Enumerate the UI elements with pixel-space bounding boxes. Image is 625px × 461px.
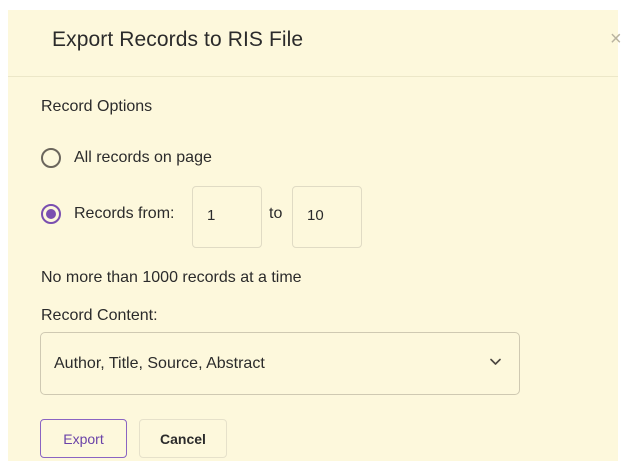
records-limit-note: No more than 1000 records at a time	[41, 269, 302, 286]
export-button[interactable]: Export	[40, 419, 127, 458]
dialog-header: Export Records to RIS File ×	[8, 10, 622, 77]
record-options-label: Record Options	[41, 98, 153, 115]
record-content-label: Record Content:	[41, 307, 158, 324]
radio-records-range[interactable]	[41, 204, 61, 224]
dialog-title: Export Records to RIS File	[52, 28, 304, 51]
radio-all-records-label[interactable]: All records on page	[74, 149, 212, 167]
radio-all-records-row[interactable]: All records on page	[41, 148, 212, 168]
close-icon[interactable]: ×	[610, 28, 622, 51]
radio-records-range-label[interactable]: Records from:	[74, 205, 174, 223]
radio-records-range-row[interactable]: Records from:	[41, 204, 174, 224]
record-content-selected-value: Author, Title, Source, Abstract	[54, 355, 265, 372]
records-to-label: to	[269, 205, 283, 222]
records-from-input[interactable]: 1	[192, 186, 262, 248]
cancel-button[interactable]: Cancel	[139, 419, 227, 458]
records-to-input[interactable]: 10	[292, 186, 362, 248]
chevron-down-icon	[490, 358, 501, 365]
export-dialog: Export Records to RIS File × Record Opti…	[8, 10, 622, 461]
radio-all-records[interactable]	[41, 148, 61, 168]
record-content-select[interactable]: Author, Title, Source, Abstract	[40, 332, 520, 395]
